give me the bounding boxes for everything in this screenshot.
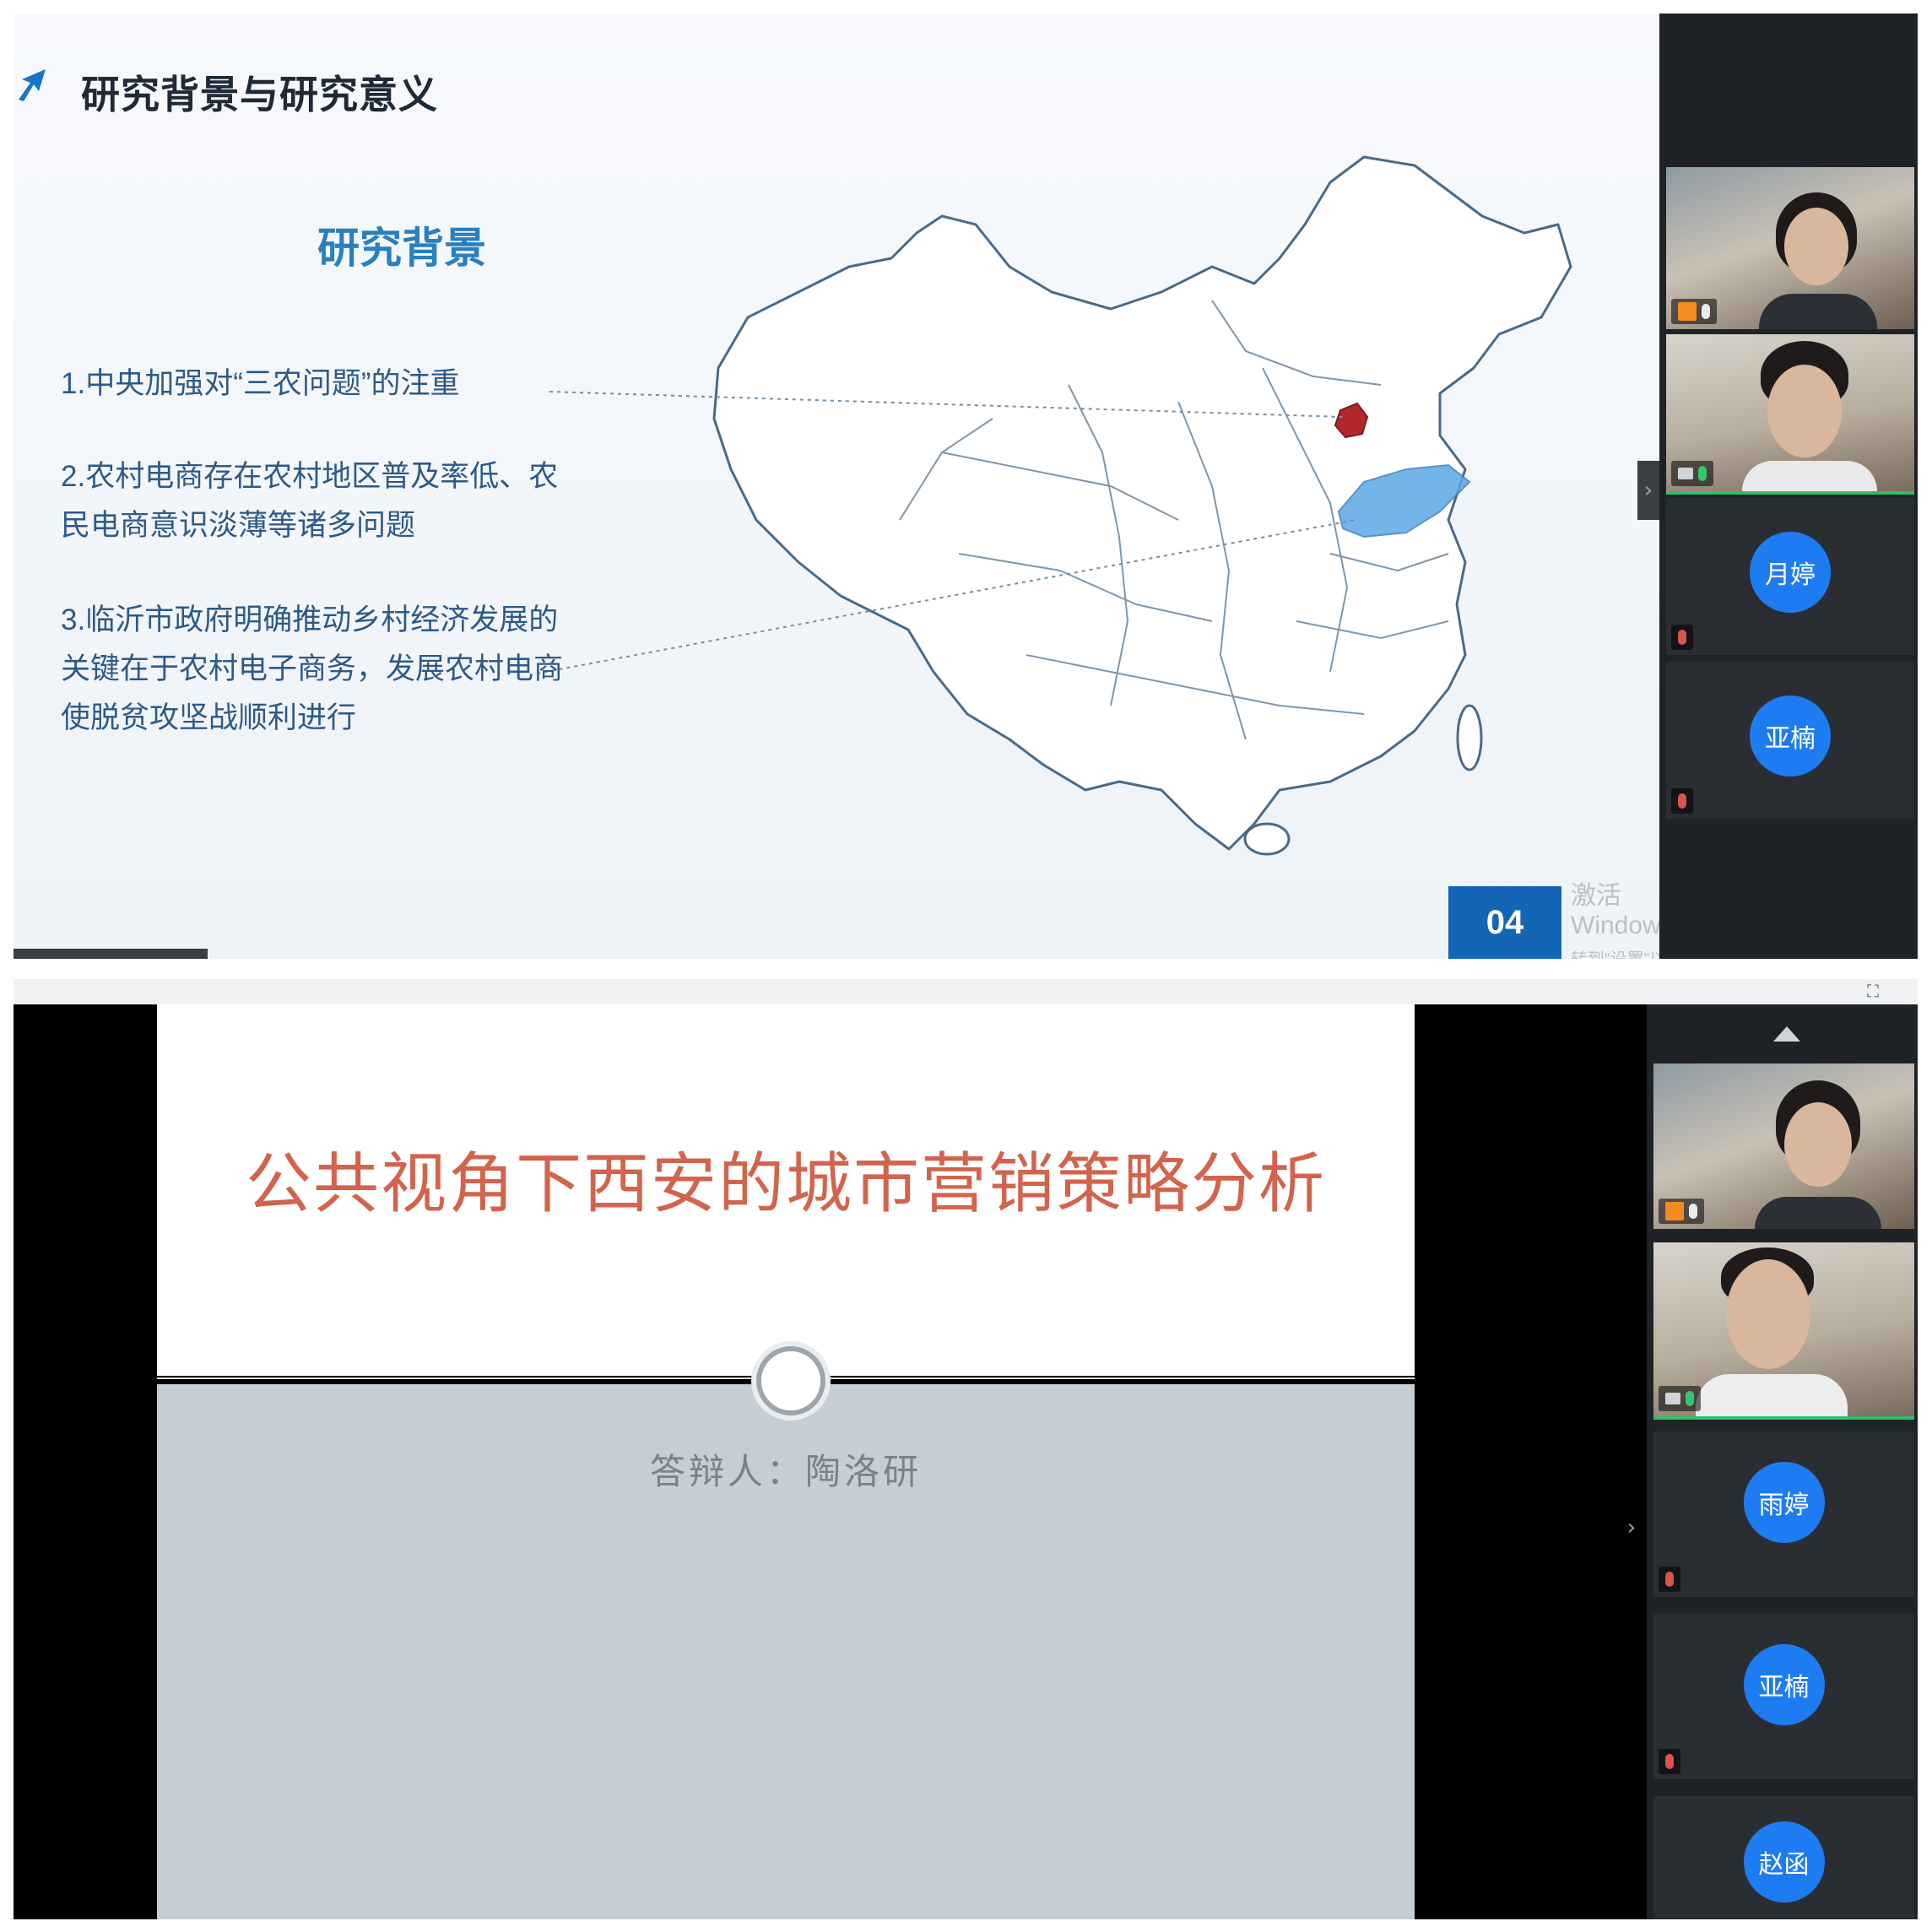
fullscreen-icon[interactable]: ⛶ [1867, 981, 1879, 1001]
microphone-active-icon [1698, 466, 1707, 481]
microphone-active-icon [1686, 1391, 1694, 1406]
bullet-item: 3.临沂市政府明确推动乡村经济发展的关键在于农村电子商务，发展农村电商使脱贫攻坚… [61, 603, 564, 734]
participant-nameplate [1671, 461, 1713, 486]
participant-video-tile[interactable] [1666, 334, 1914, 495]
participant-panel: › 雨婷 亚楠 赵函 [1627, 1004, 1918, 1919]
watermark-line-2: 转到“设置”以激活 Windows。 [1571, 945, 1674, 959]
microphone-muted-icon [1678, 793, 1686, 809]
participant-face [1784, 1102, 1852, 1187]
meeting-top-bar: ⛶ [14, 979, 1918, 1004]
participant-avatar-tile[interactable]: 月婷 [1666, 498, 1914, 655]
host-icon [1665, 1202, 1684, 1220]
participant-nameplate [1659, 1386, 1701, 1411]
section-title: 研究背景 [317, 225, 486, 272]
participant-nameplate [1659, 1199, 1704, 1224]
taskbar-strip [14, 949, 208, 959]
participant-avatar-tile[interactable]: 雨婷 [1653, 1431, 1914, 1597]
participant-avatar: 雨婷 [1743, 1462, 1825, 1543]
participant-shirt [1755, 1197, 1881, 1229]
presentation-slide: 公共视角下西安的城市营销策略分析 答辩人：陶洛研 [157, 1004, 1415, 1919]
participant-panel: › 月婷 亚楠 [1637, 14, 1918, 959]
participant-nameplate [1671, 788, 1693, 814]
scroll-up-icon[interactable] [1773, 1026, 1800, 1042]
participant-avatar-tile[interactable]: 赵函 [1653, 1796, 1914, 1919]
participant-nameplate [1659, 1567, 1680, 1592]
collapse-panel-button[interactable]: › [1621, 1502, 1642, 1553]
participant-video-tile[interactable] [1666, 167, 1914, 329]
participant-avatar-tile[interactable]: 亚楠 [1653, 1614, 1914, 1779]
microphone-icon [1702, 304, 1710, 319]
bullet-item: 1.中央加强对“三农问题”的注重 [61, 367, 460, 400]
microphone-muted-icon [1665, 1572, 1674, 1587]
slide-title: 公共视角下西安的城市营销策略分析 [245, 1147, 1326, 1220]
top-screenshot: 研究背景与研究意义 研究背景 1.中央加强对“三农问题”的注重 2.农村电商存在… [14, 14, 1918, 959]
participant-avatar: 亚楠 [1750, 695, 1831, 777]
participant-nameplate [1671, 299, 1717, 324]
decorative-circle [756, 1346, 825, 1415]
participant-face [1767, 365, 1842, 457]
windows-activation-watermark: 激活 Windows 转到“设置”以激活 Windows。 [1571, 874, 1674, 959]
microphone-icon [1689, 1204, 1697, 1219]
bottom-screenshot: ⛶ 公共视角下西安的城市营销策略分析 答辩人：陶洛研 › 雨婷 亚楠 赵函 [14, 979, 1918, 1919]
participant-avatar-tile[interactable]: 亚楠 [1666, 662, 1914, 819]
screen-share-icon [1665, 1393, 1680, 1404]
participant-video-tile[interactable] [1653, 1063, 1914, 1229]
participant-nameplate [1659, 1749, 1680, 1774]
page-number: 04 [1448, 886, 1561, 959]
microphone-muted-icon [1665, 1754, 1674, 1769]
participant-avatar: 赵函 [1743, 1821, 1825, 1902]
participant-shirt [1742, 461, 1877, 491]
participant-nameplate [1671, 625, 1693, 650]
participant-face [1726, 1259, 1810, 1369]
slide-title: 研究背景与研究意义 [81, 73, 438, 116]
microphone-muted-icon [1678, 630, 1686, 645]
participant-face [1784, 208, 1848, 285]
letterbox-left [14, 1004, 149, 1919]
participant-video-tile[interactable] [1653, 1242, 1914, 1420]
defender-name: 答辩人：陶洛研 [649, 1453, 922, 1492]
logo-arrow-icon [19, 69, 46, 101]
host-icon [1678, 302, 1697, 321]
watermark-line-1: 激活 Windows [1571, 882, 1674, 939]
participant-avatar: 亚楠 [1743, 1644, 1825, 1725]
participant-shirt [1759, 294, 1877, 329]
participant-shirt [1696, 1374, 1848, 1416]
screen-share-icon [1678, 468, 1693, 479]
presentation-slide: 研究背景与研究意义 研究背景 1.中央加强对“三农问题”的注重 2.农村电商存在… [14, 14, 1674, 959]
bullet-item: 2.农村电商存在农村地区普及率低、农民电商意识淡薄等诸多问题 [61, 460, 559, 542]
collapse-panel-button[interactable]: › [1637, 461, 1659, 520]
participant-avatar: 月婷 [1750, 532, 1831, 613]
